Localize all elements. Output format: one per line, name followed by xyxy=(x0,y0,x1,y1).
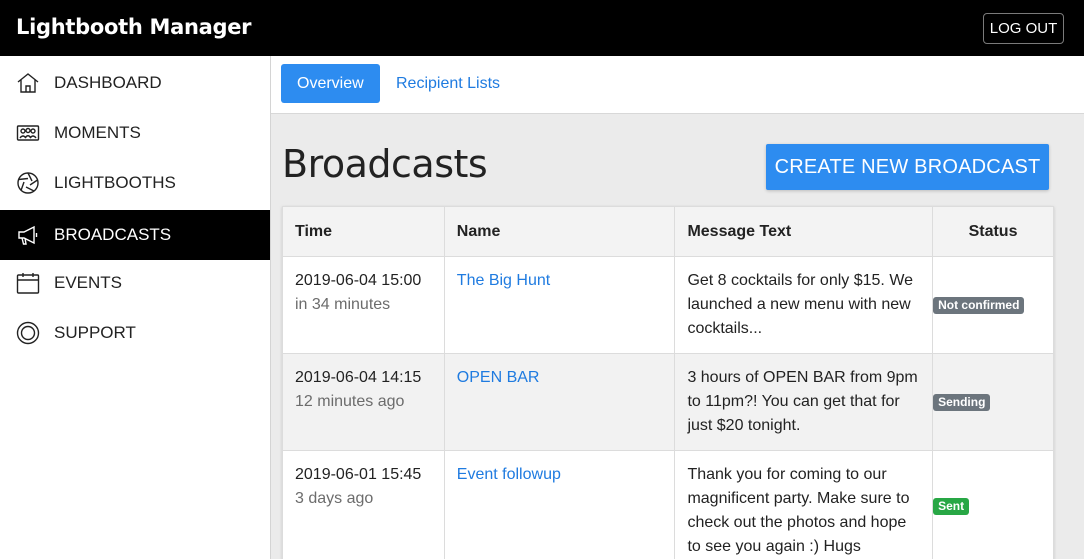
broadcast-name-link[interactable]: The Big Hunt xyxy=(457,272,550,289)
time-cell: 2019-06-01 15:45 3 days ago xyxy=(282,450,445,559)
lifebuoy-icon xyxy=(15,320,41,346)
page-title: Broadcasts xyxy=(282,142,488,186)
time-value: 2019-06-04 15:00 xyxy=(295,272,422,289)
status-cell: Sent xyxy=(932,450,1054,559)
aperture-icon xyxy=(15,170,41,196)
table-header-row: Time Name Message Text Status xyxy=(282,206,1054,257)
time-value: 2019-06-01 15:45 xyxy=(295,466,422,483)
broadcast-name-link[interactable]: Event followup xyxy=(457,466,561,483)
tab-recipient-lists[interactable]: Recipient Lists xyxy=(380,64,516,103)
sidebar-item-lightbooths[interactable]: LIGHTBOOTHS xyxy=(0,158,270,208)
sidebar-item-events[interactable]: EVENTS xyxy=(0,258,270,308)
column-header-name[interactable]: Name xyxy=(443,206,676,257)
time-cell: 2019-06-04 14:15 12 minutes ago xyxy=(282,353,445,451)
name-cell: The Big Hunt xyxy=(443,256,676,354)
message-cell: Get 8 cocktails for only $15. We launche… xyxy=(674,256,934,354)
name-cell: Event followup xyxy=(443,450,676,559)
relative-time: in 34 minutes xyxy=(295,296,391,313)
broadcasts-table: Time Name Message Text Status 2019-06-04… xyxy=(282,206,1054,559)
message-cell: 3 hours of OPEN BAR from 9pm to 11pm?! Y… xyxy=(674,353,934,451)
sidebar-item-label: EVENTS xyxy=(54,273,123,292)
sidebar-item-label: DASHBOARD xyxy=(54,73,162,92)
message-cell: Thank you for coming to our magnificent … xyxy=(674,450,934,559)
sidebar-item-broadcasts[interactable]: BROADCASTS xyxy=(0,210,270,260)
app-title: Lightbooth Manager xyxy=(16,15,252,39)
broadcast-name-link[interactable]: OPEN BAR xyxy=(457,369,540,386)
status-cell: Sending xyxy=(932,353,1054,451)
calendar-icon xyxy=(15,270,41,296)
time-value: 2019-06-04 14:15 xyxy=(295,369,422,386)
top-navbar: Lightbooth Manager LOG OUT xyxy=(0,0,1084,56)
sidebar-item-label: BROADCASTS xyxy=(54,225,172,244)
relative-time: 12 minutes ago xyxy=(295,393,405,410)
home-icon xyxy=(15,70,41,96)
people-photo-icon xyxy=(15,120,41,146)
sidebar-item-moments[interactable]: MOMENTS xyxy=(0,108,270,158)
tab-overview[interactable]: Overview xyxy=(281,64,380,103)
column-header-message-text[interactable]: Message Text xyxy=(674,206,934,257)
status-cell: Not confirmed xyxy=(932,256,1054,354)
tab-strip: Overview Recipient Lists xyxy=(271,56,1084,114)
status-badge: Sending xyxy=(933,394,991,411)
table-row[interactable]: 2019-06-04 14:15 12 minutes ago OPEN BAR… xyxy=(282,353,1054,451)
status-badge: Not confirmed xyxy=(933,297,1025,314)
logout-button[interactable]: LOG OUT xyxy=(983,13,1064,44)
status-badge: Sent xyxy=(933,497,970,515)
sidebar-item-label: SUPPORT xyxy=(54,323,136,342)
sidebar-item-dashboard[interactable]: DASHBOARD xyxy=(0,58,270,108)
sidebar-item-support[interactable]: SUPPORT xyxy=(0,308,270,358)
sidebar: DASHBOARD MOMENTS LIGHTBOOTHS BROADCASTS… xyxy=(0,56,271,559)
table-row[interactable]: 2019-06-01 15:45 3 days ago Event follow… xyxy=(282,450,1054,559)
create-new-broadcast-button[interactable]: CREATE NEW BROADCAST xyxy=(766,144,1049,190)
megaphone-icon xyxy=(15,222,41,248)
name-cell: OPEN BAR xyxy=(443,353,676,451)
relative-time: 3 days ago xyxy=(295,490,374,507)
table-row[interactable]: 2019-06-04 15:00 in 34 minutes The Big H… xyxy=(282,256,1054,354)
sidebar-item-label: LIGHTBOOTHS xyxy=(54,173,176,192)
sidebar-item-label: MOMENTS xyxy=(54,123,141,142)
time-cell: 2019-06-04 15:00 in 34 minutes xyxy=(282,256,445,354)
column-header-time[interactable]: Time xyxy=(282,206,445,257)
column-header-status[interactable]: Status xyxy=(932,206,1054,257)
